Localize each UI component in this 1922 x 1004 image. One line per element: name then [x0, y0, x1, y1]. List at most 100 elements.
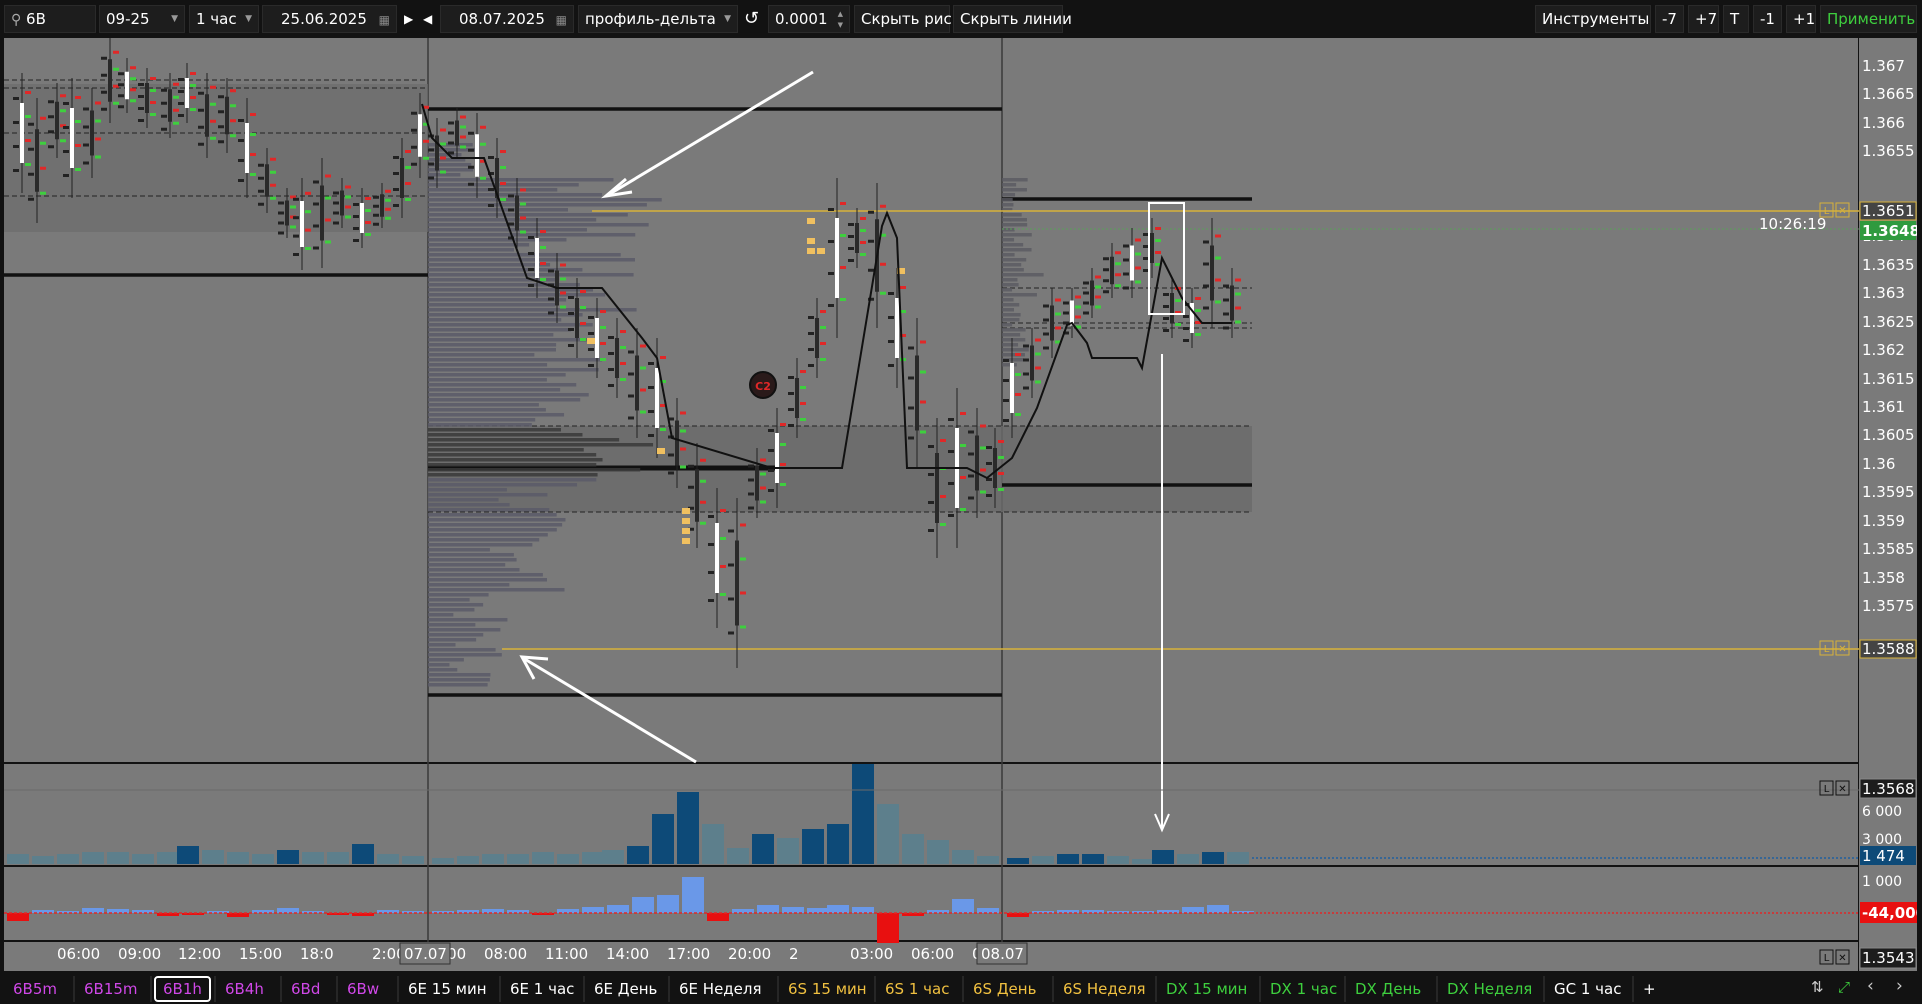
tab-6s-день[interactable]: 6S День	[966, 976, 1043, 1002]
profile-bar	[428, 208, 568, 212]
tab-6e-неделя[interactable]: 6E Неделя	[672, 976, 769, 1002]
cluster-cell	[1235, 320, 1241, 324]
cluster-cell	[1063, 311, 1069, 315]
cluster-cell	[940, 439, 946, 442]
mode-select[interactable]: профиль-дельта ▼	[578, 5, 738, 33]
tab-dx-15-мин[interactable]: DX 15 мин	[1159, 976, 1254, 1002]
chevron-right-icon[interactable]: ›	[1896, 976, 1903, 996]
candle-body	[855, 223, 859, 253]
tab-6b5m[interactable]: 6B5m	[6, 976, 64, 1002]
volume-bar	[1177, 854, 1199, 864]
profile-bar	[1002, 198, 1013, 202]
cluster-cell	[1103, 290, 1109, 294]
cluster-cell	[25, 139, 31, 142]
cluster-cell	[828, 208, 834, 211]
cluster-cell	[840, 266, 846, 269]
tab-6b4h[interactable]: 6B4h	[218, 976, 271, 1002]
cluster-cell	[423, 156, 429, 160]
imbalance-cell	[807, 218, 815, 224]
tab-dx-неделя[interactable]: DX Неделя	[1440, 976, 1539, 1002]
volume-bar	[7, 854, 29, 864]
undo-icon[interactable]: ↺	[744, 5, 759, 33]
minus1-button[interactable]: -1	[1753, 5, 1782, 33]
cluster-cell	[1003, 419, 1009, 422]
tab-gc-1-час[interactable]: GC 1 час	[1547, 976, 1628, 1002]
contract-select[interactable]: 09-25 ▼	[99, 5, 185, 33]
tab-6s-15-мин[interactable]: 6S 15 мин	[781, 976, 874, 1002]
profile-bar	[428, 658, 464, 662]
cluster-cell	[720, 537, 726, 540]
profile-bar	[1002, 188, 1027, 192]
hide-drawings-button[interactable]: Скрыть рис.	[854, 5, 957, 33]
chart-area[interactable]: C2 1.3671.36651.3661.36551.36451.3641.36…	[2, 38, 1917, 971]
timeframe-select[interactable]: 1 час ▼	[189, 5, 259, 33]
cluster-cell	[908, 376, 914, 380]
tab-dx-1-час[interactable]: DX 1 час	[1263, 976, 1344, 1002]
cluster-cell	[150, 89, 156, 92]
tab-6bw[interactable]: 6Bw	[340, 976, 386, 1002]
profile-bar	[428, 338, 590, 342]
profile-bar	[428, 603, 484, 607]
spin-down-icon[interactable]: ▼	[838, 12, 843, 38]
cluster-cell	[313, 202, 319, 206]
minus7-button[interactable]: -7	[1655, 5, 1684, 33]
tab-6e-день[interactable]: 6E День	[587, 976, 664, 1002]
candle-body	[975, 435, 979, 491]
tab-6s-1-час[interactable]: 6S 1 час	[878, 976, 956, 1002]
cluster-cell	[385, 216, 391, 220]
sort-icon[interactable]: ⇅	[1811, 978, 1824, 996]
cluster-cell	[1075, 295, 1081, 299]
expand-icon[interactable]: ⤢	[1838, 978, 1850, 996]
tab-6e-15-мин[interactable]: 6E 15 мин	[401, 976, 494, 1002]
calendar-icon[interactable]: ▦	[556, 7, 567, 33]
hide-lines-button[interactable]: Скрыть линии	[953, 5, 1072, 33]
cluster-cell	[393, 204, 399, 207]
tab-separator	[777, 976, 779, 1002]
cluster-cell	[210, 102, 216, 106]
hide-drawings-label: Скрыть рис.	[861, 10, 957, 28]
cluster-cell	[1235, 306, 1241, 310]
cluster-cell	[270, 157, 276, 161]
cluster-cell	[768, 429, 774, 432]
cluster-cell	[780, 423, 786, 426]
tab-+[interactable]: +	[1636, 976, 1663, 1002]
date-from-input[interactable]: 25.06.2025 ▦	[262, 5, 397, 33]
back-icon[interactable]: ◀	[423, 5, 432, 33]
tab-dx-день[interactable]: DX День	[1348, 976, 1428, 1002]
cluster-cell	[48, 130, 54, 134]
tab-6bd[interactable]: 6Bd	[284, 976, 327, 1002]
cluster-cell	[190, 108, 196, 111]
play-icon[interactable]: ▶	[404, 5, 413, 33]
profile-bar	[428, 458, 603, 462]
cluster-cell	[293, 234, 299, 238]
candle-body	[775, 433, 779, 483]
candle-body	[795, 378, 799, 418]
tab-6b1h[interactable]: 6B1h	[154, 976, 211, 1002]
t-button[interactable]: T	[1723, 5, 1749, 33]
chevron-left-icon[interactable]: ‹	[1867, 976, 1874, 996]
cluster-cell	[788, 424, 794, 427]
cluster-cell	[60, 139, 66, 143]
plus7-button[interactable]: +7	[1688, 5, 1719, 33]
calendar-icon[interactable]: ▦	[379, 7, 390, 33]
tools-button[interactable]: Инструменты	[1535, 5, 1651, 33]
cluster-cell	[460, 135, 466, 139]
tab-6e-1-час[interactable]: 6E 1 час	[503, 976, 581, 1002]
symbol-input[interactable]: ⚲ 6B	[4, 5, 96, 33]
delta-bar	[607, 905, 629, 913]
date-to-input[interactable]: 08.07.2025 ▦	[440, 5, 574, 33]
bottom-axis-value: 1.3543	[1862, 949, 1915, 967]
cluster-cell	[768, 469, 774, 472]
tab-6b15m[interactable]: 6B15m	[77, 976, 145, 1002]
step-input[interactable]: 0.0001 ▲ ▼	[768, 5, 850, 33]
tab-6s-неделя[interactable]: 6S Неделя	[1056, 976, 1153, 1002]
profile-bar	[428, 363, 548, 367]
cluster-cell	[888, 364, 894, 367]
cluster-cell	[960, 444, 966, 447]
apply-button[interactable]: Применить	[1820, 5, 1917, 33]
plus1-button[interactable]: +1	[1786, 5, 1816, 33]
cluster-cell	[138, 107, 144, 110]
cluster-cell	[700, 500, 706, 504]
time-label: 15:00	[239, 945, 282, 963]
price-label: 1.3605	[1862, 426, 1915, 444]
